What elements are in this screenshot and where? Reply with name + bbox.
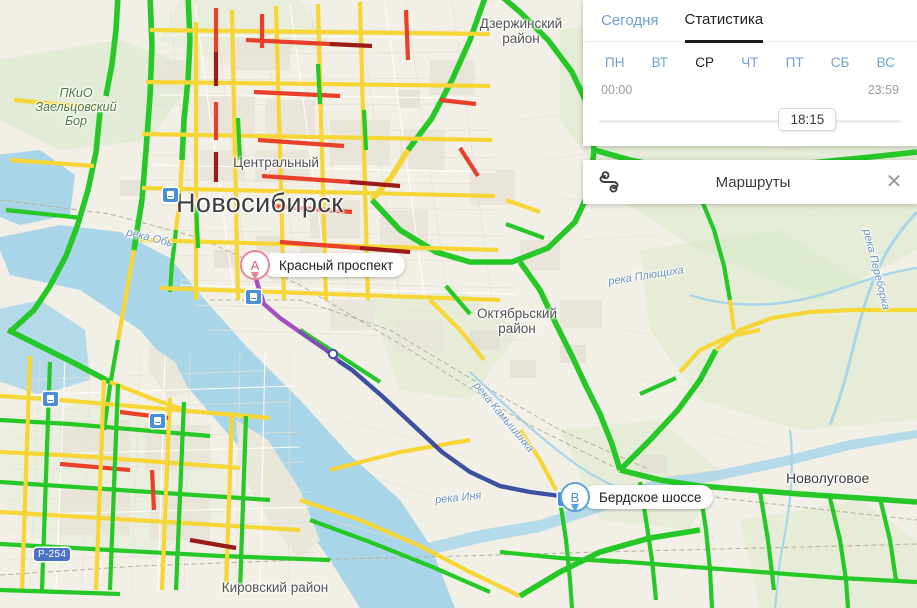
railway-station-icon[interactable] xyxy=(150,414,165,428)
time-range-labels: 00:00 23:59 xyxy=(583,70,917,97)
weekday-cht[interactable]: ЧТ xyxy=(741,55,758,70)
time-slider[interactable]: 18:15 xyxy=(599,108,901,134)
route-marker-b[interactable]: B Бердское шоссе xyxy=(560,482,714,513)
routes-bar: Маршруты ✕ xyxy=(583,160,917,204)
weekday-vt[interactable]: ВТ xyxy=(652,55,668,70)
map-application: .w{fill:#a9d5e8} .g{fill:#d6e8c6} .g2{fi… xyxy=(0,0,917,608)
railway-station-icon[interactable] xyxy=(43,392,58,406)
time-slider-track[interactable] xyxy=(599,120,901,123)
time-start-label: 00:00 xyxy=(601,83,633,97)
tab-segodnya[interactable]: Сегодня xyxy=(601,0,659,41)
time-slider-handle[interactable]: 18:15 xyxy=(778,108,837,131)
weekday-pt[interactable]: ПТ xyxy=(786,55,804,70)
weekday-sb[interactable]: СБ xyxy=(831,55,850,70)
weekday-selector: ПН ВТ СР ЧТ ПТ СБ ВС xyxy=(583,42,917,70)
routes-title: Маршруты xyxy=(715,173,791,191)
weekday-vs[interactable]: ВС xyxy=(877,55,895,70)
railway-station-icon[interactable] xyxy=(246,290,261,304)
close-icon[interactable]: ✕ xyxy=(871,172,917,192)
marker-b-label[interactable]: Бердское шоссе xyxy=(583,485,714,509)
weekday-pn[interactable]: ПН xyxy=(605,55,624,70)
weekday-sr[interactable]: СР xyxy=(695,55,714,70)
tab-statistika[interactable]: Статистика xyxy=(684,0,764,43)
traffic-stats-panel: Сегодня Статистика ПН ВТ СР ЧТ ПТ СБ ВС … xyxy=(583,0,917,146)
marker-b-badge: B xyxy=(570,489,580,505)
stats-tabs: Сегодня Статистика xyxy=(583,0,917,43)
marker-a-pin[interactable]: A xyxy=(240,250,270,281)
route-icon[interactable] xyxy=(583,171,635,193)
route-icon-svg xyxy=(599,171,619,193)
marker-a-label[interactable]: Красный проспект xyxy=(263,253,406,277)
route-marker-a[interactable]: A Красный проспект xyxy=(240,250,406,281)
railway-station-icon[interactable] xyxy=(163,188,178,202)
marker-a-badge: A xyxy=(250,257,260,273)
marker-b-pin[interactable]: B xyxy=(560,482,590,513)
road-shield-r254: Р-254 xyxy=(34,548,71,561)
time-end-label: 23:59 xyxy=(867,83,899,97)
